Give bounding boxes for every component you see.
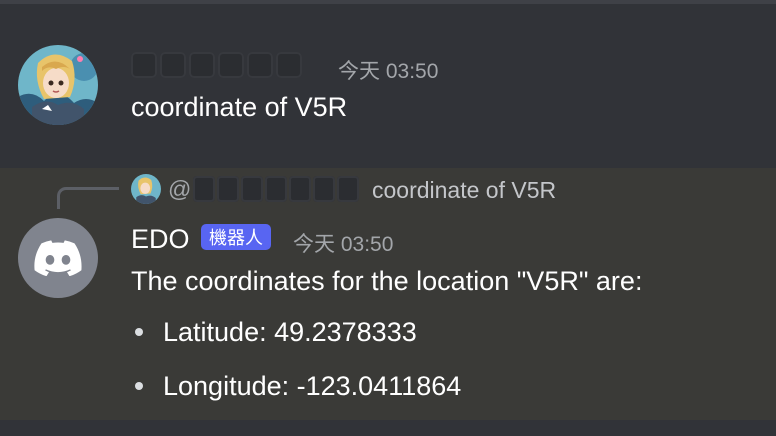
message-content: The coordinates for the location "V5R" a… xyxy=(131,266,643,296)
longitude-text: Longitude: -123.0411864 xyxy=(163,371,462,401)
bot-author-name[interactable]: EDO xyxy=(131,224,190,255)
reply-author-redacted[interactable] xyxy=(193,176,359,202)
latitude-text: Latitude: 49.2378333 xyxy=(163,317,417,347)
bullet-dot xyxy=(135,328,143,336)
message-content: coordinate of V5R xyxy=(131,92,348,122)
reply-avatar[interactable] xyxy=(131,174,161,204)
reply-mention-at[interactable]: @ xyxy=(168,176,191,203)
bullet-list: Latitude: 49.2378333 Longitude: -123.041… xyxy=(131,314,461,422)
bottom-area xyxy=(0,420,776,436)
reply-connector xyxy=(57,187,119,209)
author-name-redacted[interactable] xyxy=(131,52,302,78)
anime-avatar-image xyxy=(18,45,98,125)
message-timestamp[interactable]: 今天 03:50 xyxy=(293,228,393,258)
reply-avatar-image xyxy=(131,174,161,204)
discord-logo-icon xyxy=(34,240,82,276)
bullet-dot xyxy=(135,382,143,390)
message-timestamp[interactable]: 今天 03:50 xyxy=(338,55,438,85)
reply-preview-text[interactable]: coordinate of V5R xyxy=(372,177,556,204)
user-avatar[interactable] xyxy=(18,45,98,125)
bot-tag: 機器人 xyxy=(201,224,271,250)
list-item: Latitude: 49.2378333 xyxy=(131,314,461,368)
list-item: Longitude: -123.0411864 xyxy=(131,368,461,422)
message-row-1[interactable] xyxy=(0,4,776,168)
bot-avatar[interactable] xyxy=(18,218,98,298)
